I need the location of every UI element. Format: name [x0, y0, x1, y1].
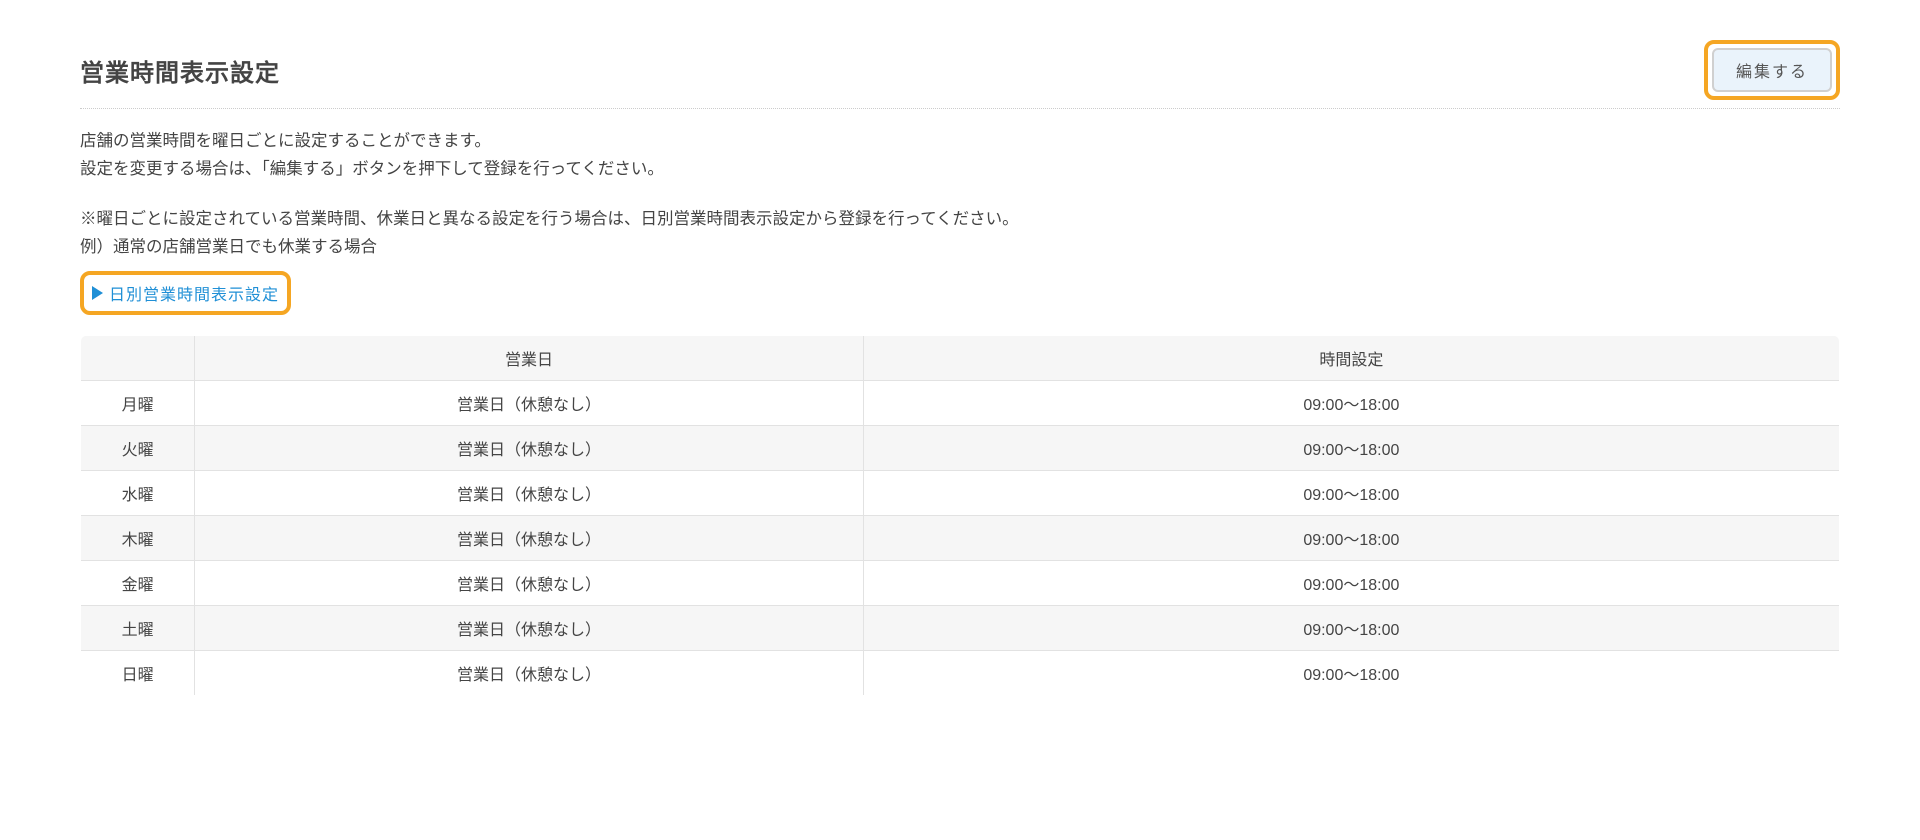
time-cell: 09:00〜18:00	[863, 516, 1839, 561]
status-cell: 営業日（休憩なし）	[195, 516, 863, 561]
description-block: 店舗の営業時間を曜日ごとに設定することができます。 設定を変更する場合は、「編集…	[80, 127, 1840, 183]
time-cell: 09:00〜18:00	[863, 651, 1839, 696]
table-row: 金曜営業日（休憩なし）09:00〜18:00	[81, 561, 1840, 606]
note-line-1: ※曜日ごとに設定されている営業時間、休業日と異なる設定を行う場合は、日別営業時間…	[80, 205, 1840, 233]
day-cell: 水曜	[81, 471, 195, 516]
time-cell: 09:00〜18:00	[863, 471, 1839, 516]
table-header-day	[81, 336, 195, 381]
time-cell: 09:00〜18:00	[863, 381, 1839, 426]
status-cell: 営業日（休憩なし）	[195, 426, 863, 471]
note-line-2: 例）通常の店舗営業日でも休業する場合	[80, 233, 1840, 261]
status-cell: 営業日（休憩なし）	[195, 471, 863, 516]
daily-link-row: 日別営業時間表示設定	[80, 271, 1840, 315]
table-row: 土曜営業日（休憩なし）09:00〜18:00	[81, 606, 1840, 651]
status-cell: 営業日（休憩なし）	[195, 381, 863, 426]
edit-button[interactable]: 編集する	[1712, 48, 1832, 92]
table-header-status: 営業日	[195, 336, 863, 381]
table-row: 水曜営業日（休憩なし）09:00〜18:00	[81, 471, 1840, 516]
daily-hours-link-label: 日別営業時間表示設定	[109, 281, 279, 305]
day-cell: 木曜	[81, 516, 195, 561]
table-header-time: 時間設定	[863, 336, 1839, 381]
day-cell: 金曜	[81, 561, 195, 606]
page-header: 営業時間表示設定 編集する	[80, 40, 1840, 109]
business-hours-table: 営業日 時間設定 月曜営業日（休憩なし）09:00〜18:00火曜営業日（休憩な…	[80, 335, 1840, 696]
daily-hours-link[interactable]: 日別営業時間表示設定	[90, 277, 281, 309]
time-cell: 09:00〜18:00	[863, 606, 1839, 651]
table-header-row: 営業日 時間設定	[81, 336, 1840, 381]
description-line-2: 設定を変更する場合は、「編集する」ボタンを押下して登録を行ってください。	[80, 155, 1840, 183]
daily-link-highlight: 日別営業時間表示設定	[80, 271, 291, 315]
table-body: 月曜営業日（休憩なし）09:00〜18:00火曜営業日（休憩なし）09:00〜1…	[81, 381, 1840, 696]
time-cell: 09:00〜18:00	[863, 561, 1839, 606]
table-row: 月曜営業日（休憩なし）09:00〜18:00	[81, 381, 1840, 426]
triangle-right-icon	[92, 286, 103, 300]
page-title: 営業時間表示設定	[80, 53, 280, 88]
note-block: ※曜日ごとに設定されている営業時間、休業日と異なる設定を行う場合は、日別営業時間…	[80, 205, 1840, 261]
status-cell: 営業日（休憩なし）	[195, 651, 863, 696]
table-row: 火曜営業日（休憩なし）09:00〜18:00	[81, 426, 1840, 471]
day-cell: 月曜	[81, 381, 195, 426]
description-line-1: 店舗の営業時間を曜日ごとに設定することができます。	[80, 127, 1840, 155]
table-row: 日曜営業日（休憩なし）09:00〜18:00	[81, 651, 1840, 696]
day-cell: 火曜	[81, 426, 195, 471]
status-cell: 営業日（休憩なし）	[195, 561, 863, 606]
status-cell: 営業日（休憩なし）	[195, 606, 863, 651]
day-cell: 土曜	[81, 606, 195, 651]
day-cell: 日曜	[81, 651, 195, 696]
table-row: 木曜営業日（休憩なし）09:00〜18:00	[81, 516, 1840, 561]
time-cell: 09:00〜18:00	[863, 426, 1839, 471]
edit-button-highlight: 編集する	[1704, 40, 1840, 100]
